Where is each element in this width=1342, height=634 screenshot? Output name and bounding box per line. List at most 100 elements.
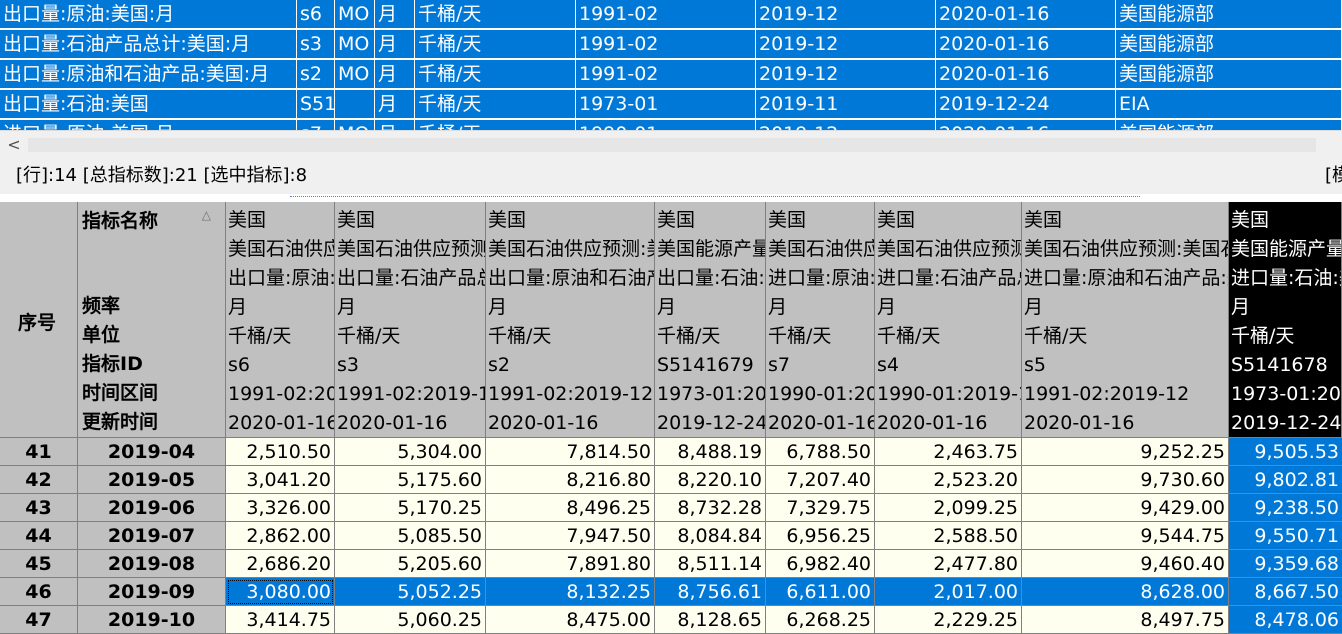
column-header-S5141678[interactable]: 美国美国能源产量:美国能源产量进口量:石油:美国月千桶/天 S5141678 197… [1229, 202, 1342, 438]
data-cell[interactable]: 8,732.28 [655, 494, 766, 522]
table-row[interactable]: 47 2019-10 3,414.75 5,060.25 8,475.00 8,128.6… [0, 606, 1342, 634]
data-cell[interactable]: 3,041.20 [226, 466, 335, 494]
column-header-s6[interactable]: 美国美国石油供应预测:美国石油供应预测出口量:原油:美国:月月千桶/天 s6 199… [226, 202, 335, 438]
column-header-s3[interactable]: 美国美国石油供应预测:美国石油供应预测出口量:石油产品总计:美国:月月千桶/天 s… [335, 202, 486, 438]
data-cell[interactable]: 9,802.81 [1229, 466, 1342, 494]
data-cell[interactable]: 6,982.40 [766, 550, 875, 578]
table-row[interactable]: 41 2019-04 2,510.50 5,304.00 7,814.50 8,488.1… [0, 438, 1342, 466]
row-seq[interactable]: 43 [0, 494, 78, 522]
data-cell[interactable]: 2,099.25 [875, 494, 1022, 522]
indicator-list-row[interactable]: 出口量:石油:美国 S51 月千桶/天 1973-01 2019-11 2019-12-2… [0, 90, 1342, 120]
data-cell[interactable]: 7,207.40 [766, 466, 875, 494]
data-cell[interactable]: 9,550.71 [1229, 522, 1342, 550]
data-cell[interactable]: 6,268.25 [766, 606, 875, 634]
column-header-s5[interactable]: 美国美国石油供应预测:美国石油供应预测进口量:原油和石油产品:美国:月月千桶/天… [1022, 202, 1229, 438]
scroll-track[interactable] [28, 138, 1316, 152]
data-cell[interactable]: 8,667.50 [1229, 578, 1342, 606]
data-cell[interactable]: 6,956.25 [766, 522, 875, 550]
data-cell[interactable]: 2,686.20 [226, 550, 335, 578]
name-header[interactable]: 指标名称 △ 频率 单位 指标ID 时间区间 更新时间 [78, 202, 226, 438]
data-cell[interactable]: 2,229.25 [875, 606, 1022, 634]
data-cell[interactable]: 5,175.60 [335, 466, 486, 494]
data-cell[interactable]: 6,788.50 [766, 438, 875, 466]
data-cell[interactable]: 9,252.25 [1022, 438, 1229, 466]
table-row[interactable]: 45 2019-08 2,686.20 5,205.60 7,891.80 8,511.1… [0, 550, 1342, 578]
indicator-list-row[interactable]: 进口量:原油:美国:月s7MO月千桶/天1990-012019-122020-0… [0, 120, 1342, 130]
seq-header[interactable]: 序号 [0, 202, 78, 438]
data-cell[interactable]: 5,060.25 [335, 606, 486, 634]
data-cell[interactable]: 8,478.06 [1229, 606, 1342, 634]
column-header-range: 1973-01:2019-11 [1231, 383, 1341, 405]
data-cell[interactable]: 5,304.00 [335, 438, 486, 466]
data-cell[interactable]: 8,496.25 [486, 494, 655, 522]
data-cell[interactable]: 2,588.50 [875, 522, 1022, 550]
table-row[interactable]: 42 2019-05 3,041.20 5,175.60 8,216.80 8,220.1… [0, 466, 1342, 494]
data-cell[interactable]: 5,052.25 [335, 578, 486, 606]
data-cell[interactable]: 9,505.53 [1229, 438, 1342, 466]
data-cell[interactable]: 3,326.00 [226, 494, 335, 522]
data-cell[interactable]: 7,329.75 [766, 494, 875, 522]
row-date[interactable]: 2019-08 [78, 550, 226, 578]
indicator-list-cell-id: s6 [297, 0, 335, 29]
data-cell[interactable]: 8,220.10 [655, 466, 766, 494]
data-cell[interactable]: 2,862.00 [226, 522, 335, 550]
row-seq[interactable]: 47 [0, 606, 78, 634]
table-row[interactable]: 43 2019-06 3,326.00 5,170.25 8,496.25 8,732.2… [0, 494, 1342, 522]
data-cell[interactable]: 8,497.75 [1022, 606, 1229, 634]
data-cell[interactable]: 2,523.20 [875, 466, 1022, 494]
column-header-S5141679[interactable]: 美国美国能源产量:美国能源产量出口量:石油:美国月千桶/天 S5141679 197… [655, 202, 766, 438]
data-cell[interactable]: 8,475.00 [486, 606, 655, 634]
data-cell[interactable]: 7,891.80 [486, 550, 655, 578]
data-cell[interactable]: 8,628.00 [1022, 578, 1229, 606]
data-cell[interactable]: 5,170.25 [335, 494, 486, 522]
scroll-left-icon[interactable]: < [0, 131, 28, 158]
indicator-list-cell-update: 2020-01-16 [936, 30, 1116, 59]
data-cell[interactable]: 8,084.84 [655, 522, 766, 550]
column-header-s2[interactable]: 美国美国石油供应预测:美国石油供应预测出口量:原油和石油产品:美国:月月千桶/天… [486, 202, 655, 438]
horizontal-scrollbar[interactable]: < [0, 130, 1342, 158]
data-cell[interactable]: 7,947.50 [486, 522, 655, 550]
data-cell[interactable]: 9,238.50 [1229, 494, 1342, 522]
row-seq[interactable]: 45 [0, 550, 78, 578]
row-date[interactable]: 2019-04 [78, 438, 226, 466]
data-cell[interactable]: 2,510.50 [226, 438, 335, 466]
data-cell[interactable]: 8,132.25 [486, 578, 655, 606]
data-cell[interactable]: 7,814.50 [486, 438, 655, 466]
row-seq[interactable]: 41 [0, 438, 78, 466]
data-cell[interactable]: 9,429.00 [1022, 494, 1229, 522]
data-cell[interactable]: 9,460.40 [1022, 550, 1229, 578]
row-date[interactable]: 2019-07 [78, 522, 226, 550]
data-cell[interactable]: 8,511.14 [655, 550, 766, 578]
data-cell[interactable]: 3,414.75 [226, 606, 335, 634]
data-cell[interactable]: 8,488.19 [655, 438, 766, 466]
row-date[interactable]: 2019-06 [78, 494, 226, 522]
data-cell[interactable]: 5,085.50 [335, 522, 486, 550]
row-seq[interactable]: 44 [0, 522, 78, 550]
table-row[interactable]: 46 2019-09 3,080.00 5,052.25 8,132.25 8,756.6… [0, 578, 1342, 606]
data-cell[interactable]: 2,463.75 [875, 438, 1022, 466]
indicator-list-row[interactable]: 出口量:原油:美国:月 s6 MO 月千桶/天 1991-02 2019-12 2020-0… [0, 0, 1342, 30]
row-seq[interactable]: 42 [0, 466, 78, 494]
data-cell[interactable]: 9,359.68 [1229, 550, 1342, 578]
data-cell[interactable]: 9,730.60 [1022, 466, 1229, 494]
data-cell[interactable]: 8,128.65 [655, 606, 766, 634]
indicator-list-row[interactable]: 出口量:原油和石油产品:美国:月 s2 MO 月千桶/天 1991-02 2019-12 2… [0, 60, 1342, 90]
table-row[interactable]: 44 2019-07 2,862.00 5,085.50 7,947.50 8,084.8… [0, 522, 1342, 550]
data-cell[interactable]: 2,477.80 [875, 550, 1022, 578]
row-seq[interactable]: 46 [0, 578, 78, 606]
data-cell[interactable]: 6,611.00 [766, 578, 875, 606]
row-date[interactable]: 2019-05 [78, 466, 226, 494]
column-header-s4[interactable]: 美国美国石油供应预测:美国石油供应预测进口量:石油产品总计:美国:月月千桶/天 s… [875, 202, 1022, 438]
sort-ascending-icon[interactable]: △ [202, 208, 211, 222]
row-date[interactable]: 2019-10 [78, 606, 226, 634]
row-date[interactable]: 2019-09 [78, 578, 226, 606]
data-cell[interactable]: 5,205.60 [335, 550, 486, 578]
pane-splitter[interactable] [0, 194, 1342, 202]
data-cell[interactable]: 8,756.61 [655, 578, 766, 606]
column-header-s7[interactable]: 美国美国石油供应预测:美国石油供应预测进口量:原油:美国:月月千桶/天 s7 199… [766, 202, 875, 438]
data-cell[interactable]: 8,216.80 [486, 466, 655, 494]
data-cell[interactable]: 3,080.00 [226, 578, 335, 606]
data-cell[interactable]: 9,544.75 [1022, 522, 1229, 550]
data-cell[interactable]: 2,017.00 [875, 578, 1022, 606]
indicator-list-row[interactable]: 出口量:石油产品总计:美国:月 s3 MO 月千桶/天 1991-02 2019-12 20… [0, 30, 1342, 60]
